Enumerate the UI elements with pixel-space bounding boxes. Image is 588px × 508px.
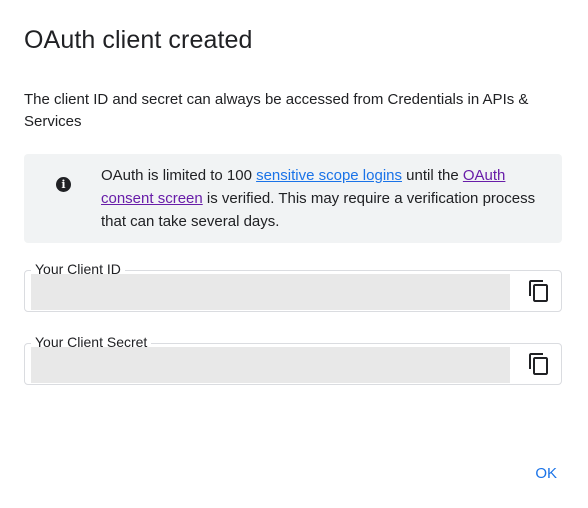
banner-text: OAuth is limited to 100 sensitive scope …	[101, 164, 551, 233]
ok-button[interactable]: OK	[535, 465, 557, 482]
client-id-value[interactable]	[31, 274, 510, 310]
dialog-description: The client ID and secret can always be a…	[24, 91, 529, 130]
sensitive-scope-logins-link[interactable]: sensitive scope logins	[256, 167, 402, 184]
client-secret-value[interactable]	[31, 347, 510, 383]
oauth-client-created-dialog: OAuth client created The client ID and s…	[0, 0, 588, 508]
copy-client-secret-button[interactable]	[527, 352, 551, 376]
client-secret-field: Your Client Secret	[24, 334, 562, 385]
copy-icon	[529, 280, 548, 302]
dialog-title: OAuth client created	[24, 26, 253, 54]
client-id-field: Your Client ID	[24, 261, 562, 312]
copy-icon	[529, 353, 548, 375]
copy-client-id-button[interactable]	[527, 279, 551, 303]
banner-text-before: OAuth is limited to 100	[101, 167, 257, 184]
info-banner: i OAuth is limited to 100 sensitive scop…	[24, 154, 562, 243]
info-icon: i	[56, 177, 71, 192]
banner-text-middle: until the	[402, 167, 463, 184]
